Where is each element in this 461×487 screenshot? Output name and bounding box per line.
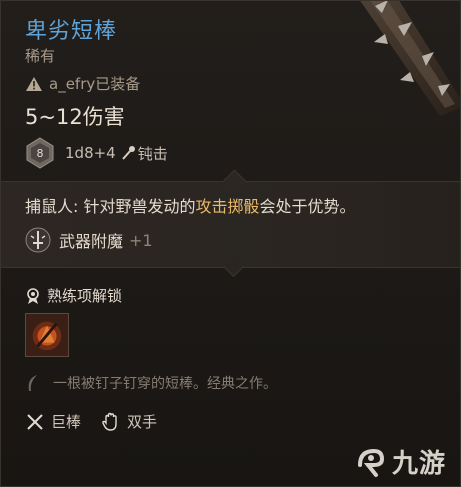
weapon-properties: 巨棒 双手 [25, 411, 157, 432]
site-watermark: 九游 [354, 443, 446, 480]
item-name: 卑劣短棒 [25, 19, 118, 44]
enchant-value: +1 [129, 230, 153, 250]
damage-type: 钝击 [137, 144, 168, 163]
equipped-text: a_efry已装备 [49, 75, 141, 93]
bludgeon-icon [121, 146, 135, 160]
spiked-club-artwork [360, 1, 460, 116]
property-label-club: 巨棒 [51, 413, 82, 431]
weapon-action-icon[interactable] [25, 313, 69, 357]
damage-dice-row: 8 1d8+4 钝击 [25, 137, 168, 169]
flavor-text: 一根被钉子钉穿的短棒。经典之作。 [25, 373, 277, 393]
passive-text-a: 针对野兽发动的 [83, 197, 196, 216]
watermark-text: 九游 [391, 449, 446, 479]
passive-text-b: 会处于优势。 [259, 197, 356, 216]
passive-highlight: 攻击掷骰 [195, 197, 260, 216]
flavor-description: 一根被钉子钉穿的短棒。经典之作。 [53, 376, 277, 392]
crossed-weapons-icon [27, 413, 43, 430]
proficiency-unlock: 熟练项解锁 [25, 285, 122, 306]
hand-icon [102, 412, 117, 431]
enchant-sword-icon [25, 227, 51, 253]
dice-formula: 1d8+4 [65, 144, 116, 162]
warning-icon [26, 76, 42, 91]
enchant-label: 武器附魔 [59, 232, 124, 251]
property-label-hands: 双手 [127, 413, 158, 431]
medal-icon [27, 287, 39, 304]
jiuyou-logo-icon [357, 448, 384, 477]
dice-face-label: 8 [37, 147, 44, 160]
item-rarity: 稀有 [25, 47, 56, 65]
passive-description: 捕鼠人: 针对野兽发动的攻击掷骰会处于优势。 [25, 193, 356, 217]
d8-dice-icon: 8 [26, 137, 54, 169]
weapon-enchantment: 武器附魔 +1 [25, 227, 153, 253]
equipped-indicator: a_efry已装备 [25, 73, 140, 94]
passive-name: 捕鼠人: [25, 197, 84, 216]
proficiency-label: 熟练项解锁 [47, 287, 123, 305]
quill-icon [28, 375, 37, 391]
item-tooltip: 卑劣短棒 稀有 a_efry已装备 5~12伤害 8 1d8+4 钝击 捕鼠人:… [0, 0, 461, 487]
damage-value: 5~12伤害 [25, 105, 125, 129]
